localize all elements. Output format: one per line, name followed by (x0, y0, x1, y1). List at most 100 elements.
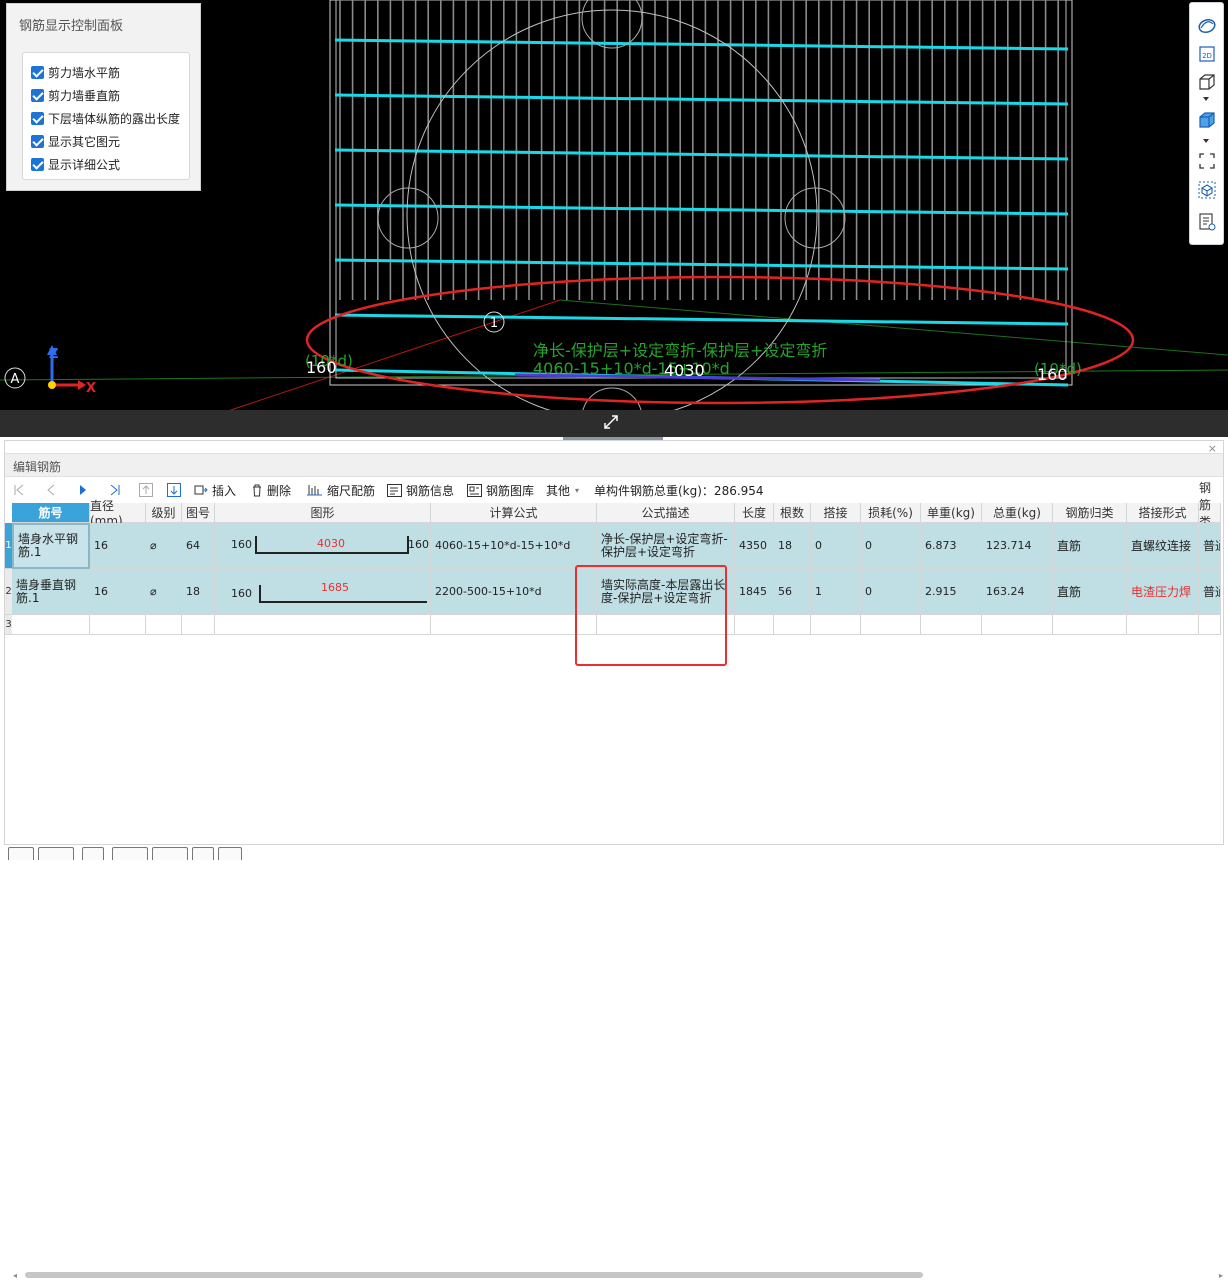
table-cell[interactable]: 4060-15+10*d-15+10*d (431, 523, 597, 569)
dropdown-arrow-icon[interactable] (1203, 139, 1209, 143)
table-cell[interactable]: 净长-保护层+设定弯折-保护层+设定弯折 (597, 523, 735, 569)
table-cell[interactable]: 56 (774, 569, 811, 615)
column-header[interactable]: 直径(mm) (90, 499, 146, 528)
cross-tool-icon[interactable] (82, 847, 104, 860)
table-cell[interactable]: 0 (861, 523, 921, 569)
option-wall-horizontal-rebar[interactable]: 剪力墙水平筋 (31, 63, 120, 81)
column-header[interactable]: 总重(kg) (982, 503, 1053, 523)
move-down-icon[interactable] (167, 481, 181, 499)
table-cell[interactable] (431, 615, 597, 635)
orbit-view-icon[interactable] (1196, 15, 1218, 37)
other-menu-button[interactable]: 其他 ▾ (546, 481, 579, 499)
line-tool-icon[interactable] (8, 847, 34, 860)
angle-tool-icon[interactable] (112, 847, 148, 860)
row-number[interactable]: 2 (5, 569, 12, 615)
table-cell[interactable]: 普通 (1199, 523, 1221, 569)
table-cell[interactable]: 电渣压力焊 (1127, 569, 1199, 615)
fullscreen-icon[interactable] (1196, 150, 1218, 172)
column-header[interactable]: 筋号 (12, 503, 90, 523)
option-show-other-elements[interactable]: 显示其它图元 (31, 132, 120, 150)
3d-viewport[interactable]: 1 净长-保护层+设定弯折-保护层+设定弯折 4060-15+10*d-15+1… (0, 0, 1228, 437)
rebar-shape-cell[interactable]: 160 4030 160 (215, 523, 431, 569)
checkbox-checked-icon[interactable] (31, 157, 44, 171)
table-cell[interactable]: 直螺纹连接 (1127, 523, 1199, 569)
scrollbar-thumb[interactable] (25, 1272, 923, 1278)
column-header[interactable]: 计算公式 (431, 503, 597, 523)
table-cell[interactable] (921, 615, 982, 635)
option-show-detailed-formula[interactable]: 显示详细公式 (31, 155, 120, 173)
column-header[interactable]: 公式描述 (597, 503, 735, 523)
column-header[interactable]: 图号 (182, 503, 215, 523)
table-cell[interactable] (146, 615, 182, 635)
horizontal-scrollbar[interactable]: ◂ ▸ (13, 1270, 1223, 1280)
table-cell[interactable] (90, 615, 146, 635)
table-cell[interactable]: 墙身垂直钢筋.1 (12, 569, 90, 615)
table-cell[interactable]: 1 (811, 569, 861, 615)
table-cell[interactable]: 18 (774, 523, 811, 569)
column-header[interactable]: 长度 (735, 503, 774, 523)
bend-tool-icon[interactable] (218, 847, 242, 860)
properties-list-icon[interactable] (1196, 211, 1218, 233)
checkbox-checked-icon[interactable] (31, 88, 44, 102)
option-lower-wall-exposed-length[interactable]: 下层墙体纵筋的露出长度 (31, 109, 180, 127)
column-header[interactable]: 损耗(%) (861, 503, 921, 523)
3d-solid-view-icon[interactable] (1196, 109, 1218, 131)
table-cell[interactable] (861, 615, 921, 635)
table-cell[interactable]: 16 (90, 569, 146, 615)
column-header[interactable]: 搭接形式 (1127, 503, 1199, 523)
table-cell[interactable]: 2.915 (921, 569, 982, 615)
table-cell[interactable] (215, 615, 431, 635)
table-cell[interactable]: 18 (182, 569, 215, 615)
table-cell[interactable]: 16 (90, 523, 146, 569)
column-header[interactable]: 图形 (215, 503, 431, 523)
table-cell[interactable] (735, 615, 774, 635)
previous-record-icon[interactable] (45, 481, 57, 499)
scale-rebar-button[interactable]: 缩尺配筋 (307, 481, 375, 499)
cube-focus-icon[interactable] (1196, 179, 1218, 201)
table-cell[interactable]: 普通 (1199, 569, 1221, 615)
row-number[interactable]: 1 (5, 523, 12, 569)
table-cell[interactable] (982, 615, 1053, 635)
table-cell[interactable] (1199, 615, 1221, 635)
rebar-info-button[interactable]: 钢筋信息 (387, 481, 454, 499)
insert-button[interactable]: 插入 (194, 481, 236, 499)
table-cell[interactable] (1053, 615, 1127, 635)
checkbox-checked-icon[interactable] (31, 111, 44, 125)
delete-button[interactable]: 删除 (251, 481, 291, 499)
column-header[interactable]: 单重(kg) (921, 503, 982, 523)
table-row[interactable]: 1 墙身水平钢筋.1 16 ⌀ 64 160 4030 160 4060-15+10*d-15+… (5, 523, 1221, 569)
table-cell[interactable] (774, 615, 811, 635)
table-cell[interactable] (1127, 615, 1199, 635)
rebar-shape-cell[interactable]: 160 1685 (215, 569, 431, 615)
table-cell[interactable]: 墙身水平钢筋.1 (12, 523, 90, 569)
next-record-icon[interactable] (77, 481, 89, 499)
dropdown-arrow-icon[interactable] (1203, 97, 1209, 101)
table-cell[interactable]: ⌀ (146, 569, 182, 615)
option-wall-vertical-rebar[interactable]: 剪力墙垂直筋 (31, 86, 120, 104)
checkbox-checked-icon[interactable] (31, 134, 44, 148)
scroll-left-icon[interactable]: ◂ (13, 1271, 17, 1280)
2d-view-icon[interactable]: 2D (1196, 43, 1218, 65)
rebar-library-button[interactable]: 钢筋图库 (467, 481, 534, 499)
column-header[interactable]: 根数 (774, 503, 811, 523)
table-cell[interactable]: 0 (811, 523, 861, 569)
table-cell[interactable] (182, 615, 215, 635)
table-cell[interactable]: 4350 (735, 523, 774, 569)
table-cell[interactable] (12, 615, 90, 635)
save-tool-icon[interactable] (192, 847, 214, 860)
checkbox-checked-icon[interactable] (31, 65, 44, 79)
table-cell[interactable]: 123.714 (982, 523, 1053, 569)
column-header[interactable]: 钢筋类型 (1199, 481, 1221, 546)
table-cell[interactable]: 1845 (735, 569, 774, 615)
table-cell[interactable]: 2200-500-15+10*d (431, 569, 597, 615)
scroll-right-icon[interactable]: ▸ (1219, 1271, 1223, 1280)
column-header[interactable]: 搭接 (811, 503, 861, 523)
plus-tool-icon[interactable] (152, 847, 188, 860)
table-cell[interactable]: 直筋 (1053, 569, 1127, 615)
table-cell[interactable]: 163.24 (982, 569, 1053, 615)
shape-tool-icon[interactable] (38, 847, 74, 860)
row-number[interactable]: 3 (5, 615, 12, 635)
table-cell[interactable]: 6.873 (921, 523, 982, 569)
table-cell[interactable] (811, 615, 861, 635)
table-cell[interactable]: 0 (861, 569, 921, 615)
